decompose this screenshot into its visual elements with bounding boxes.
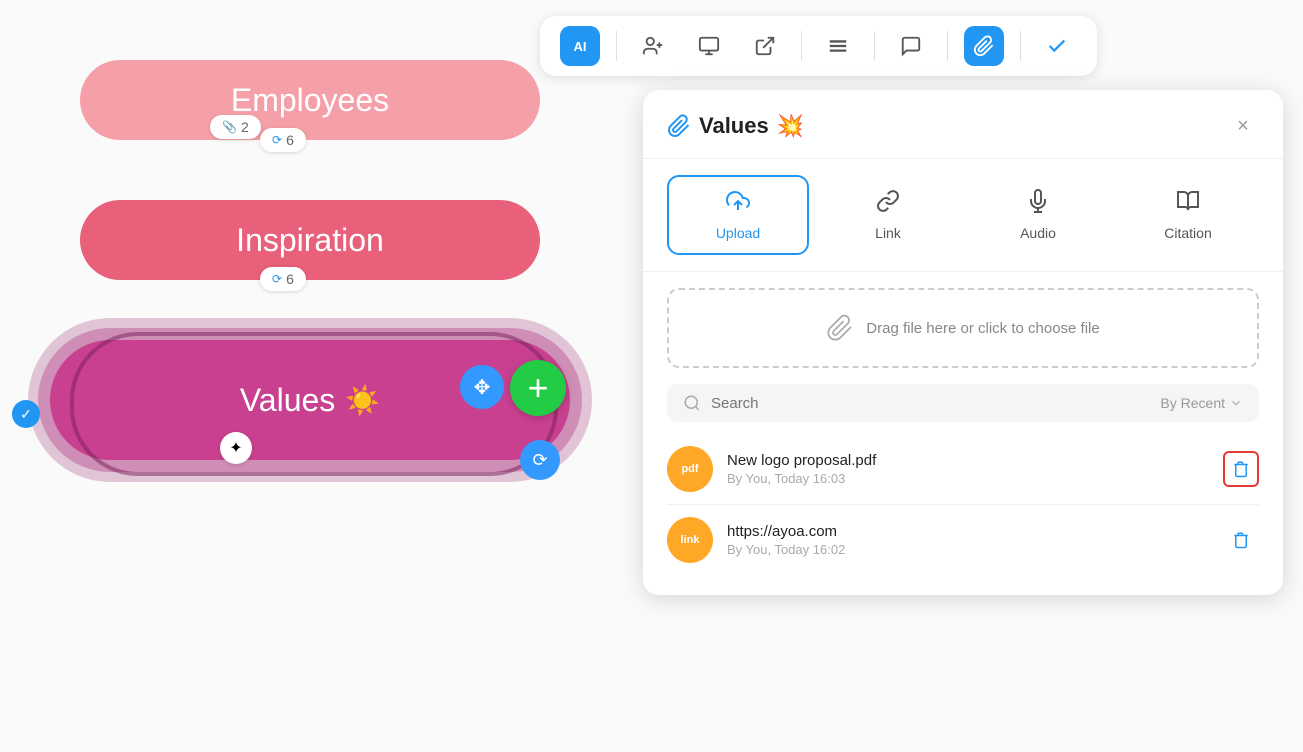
attachment-panel: Values 💥 × Upload Link [643,90,1283,595]
badge-values: 📎 2 [210,115,261,139]
refresh-icon: ⟳ [272,133,282,147]
delete-button-1[interactable] [1223,451,1259,487]
file-meta-2: By You, Today 16:02 [727,542,1209,557]
divider-5 [1020,31,1021,61]
divider-2 [801,31,802,61]
mic-icon [1026,189,1050,219]
file-item: pdf New logo proposal.pdf By You, Today … [667,434,1259,505]
node-values-wrapper: Values ☀️ [50,340,580,470]
link-icon [876,189,900,219]
tab-link-label: Link [875,225,901,241]
add-node-button[interactable]: + [510,360,566,416]
panel-tabs: Upload Link Audio [643,159,1283,272]
file-name-2: https://ayoa.com [727,523,1209,540]
attach-button[interactable] [964,26,1004,66]
file-item-2: link https://ayoa.com By You, Today 16:0… [667,505,1259,575]
file-list: pdf New logo proposal.pdf By You, Today … [667,434,1259,575]
toolbar: AI [540,16,1097,76]
search-icon [683,394,701,412]
node-values-label: Values [240,382,335,419]
divider-3 [874,31,875,61]
confirm-button[interactable] [1037,26,1077,66]
badge-inspiration: ⟳ 6 [260,267,306,291]
node-employees-label: Employees [231,82,389,119]
file-meta-1: By You, Today 16:03 [727,471,1209,486]
inspiration-badge-count: 6 [286,271,294,287]
close-button[interactable]: × [1227,110,1259,142]
node-inspiration-label: Inspiration [236,222,384,259]
share-button[interactable] [745,26,785,66]
values-attachment-count: 2 [241,119,249,135]
tab-audio-label: Audio [1020,225,1056,241]
tab-citation-label: Citation [1164,225,1211,241]
panel-header: Values 💥 × [643,90,1283,159]
link-badge: link [667,517,713,563]
panel-title-icon [667,114,691,138]
sort-button[interactable]: By Recent [1160,395,1243,411]
sort-label: By Recent [1160,395,1225,411]
upload-drop-area[interactable]: Drag file here or click to choose file [667,288,1259,368]
search-bar: By Recent [667,384,1259,422]
badge-employees: ⟳ 6 [260,128,306,152]
tab-audio[interactable]: Audio [967,175,1109,255]
node-inspiration[interactable]: Inspiration [80,200,540,280]
panel-title-text: Values [699,113,769,139]
file-info-2: https://ayoa.com By You, Today 16:02 [727,523,1209,557]
move-icon[interactable]: ✥ [460,365,504,409]
check-circle: ✓ [12,400,40,428]
employees-badge-count: 6 [286,132,294,148]
ai-label: AI [574,39,587,54]
add-user-button[interactable] [633,26,673,66]
link-badge-label: link [681,534,700,546]
delete-button-2[interactable] [1223,522,1259,558]
upload-area-text: Drag file here or click to choose file [866,320,1099,337]
divider-1 [616,31,617,61]
tab-upload-label: Upload [716,225,760,241]
paperclip-icon: 📎 [222,120,237,134]
menu-button[interactable] [818,26,858,66]
search-input[interactable] [711,395,1150,412]
chevron-down-icon [1229,396,1243,410]
sparkle-badge: ✦ [220,432,252,464]
pdf-badge-label: pdf [681,463,698,475]
pdf-badge: pdf [667,446,713,492]
sun-icon: ☀️ [345,384,380,417]
divider-4 [947,31,948,61]
upload-icon [726,189,750,219]
chat-button[interactable] [891,26,931,66]
refresh-icon-2: ⟳ [272,272,282,286]
book-icon [1176,189,1200,219]
panel-title: Values 💥 [667,113,1227,139]
file-info-1: New logo proposal.pdf By You, Today 16:0… [727,452,1209,486]
present-button[interactable] [689,26,729,66]
tab-citation[interactable]: Citation [1117,175,1259,255]
refresh-button[interactable]: ⟳ [520,440,560,480]
file-name-1: New logo proposal.pdf [727,452,1209,469]
tab-upload[interactable]: Upload [667,175,809,255]
tab-link[interactable]: Link [817,175,959,255]
ai-button[interactable]: AI [560,26,600,66]
upload-area-icon [826,314,854,342]
panel-title-emoji: 💥 [777,113,804,139]
node-employees[interactable]: Employees [80,60,540,140]
